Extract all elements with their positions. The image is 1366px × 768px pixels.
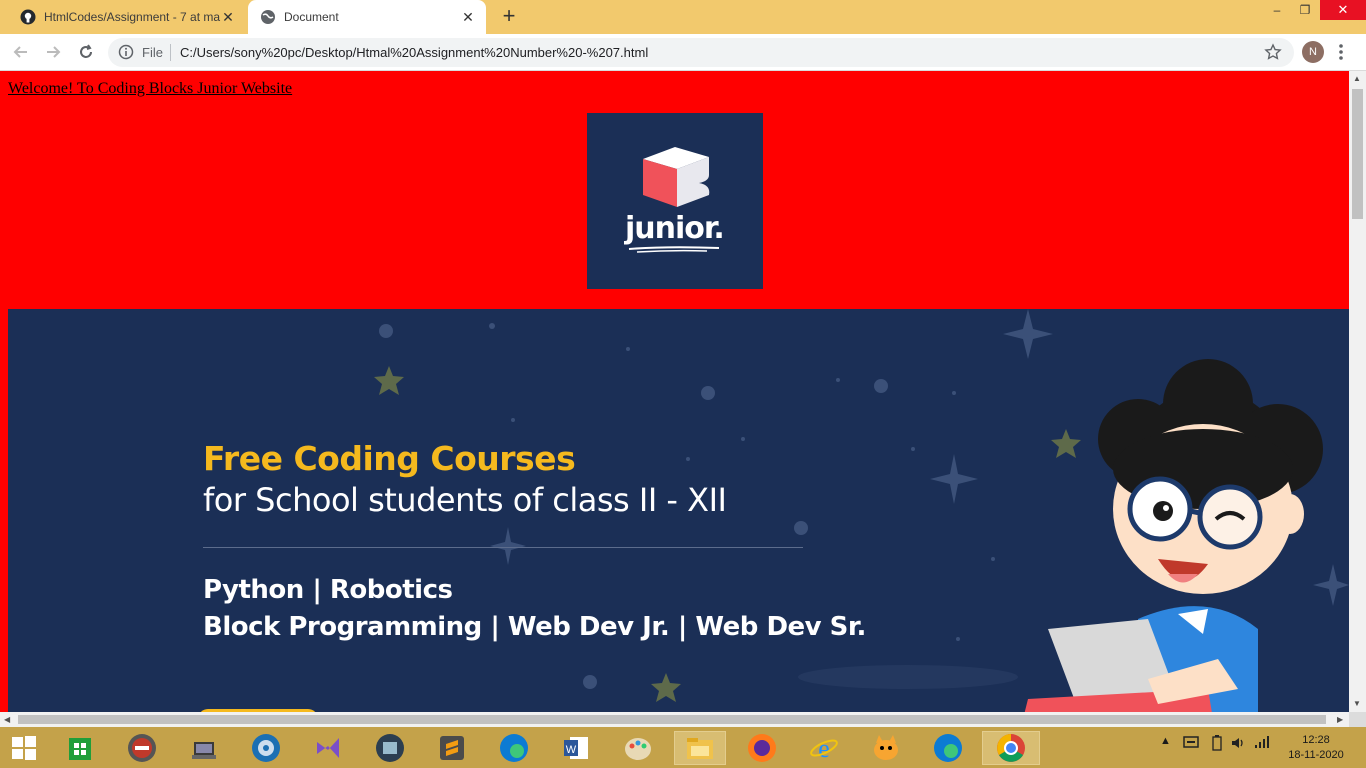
store-icon[interactable] (60, 731, 100, 765)
edge-icon[interactable] (928, 731, 968, 765)
coding-blocks-junior-logo: junior. (587, 113, 763, 289)
system-clock[interactable]: 12:28 18-11-2020 (1286, 733, 1346, 763)
tab-github[interactable]: HtmlCodes/Assignment - 7 at ma ✕ (8, 0, 246, 34)
forward-arrow-icon (47, 46, 61, 58)
start-icon[interactable] (4, 731, 44, 765)
forward-button[interactable] (41, 40, 65, 64)
logo-underline (628, 246, 720, 253)
welcome-link[interactable]: Welcome! To Coding Blocks Junior Website (8, 80, 292, 98)
windows-taskbar: W e ▲ 12:28 18-11-2020 (0, 727, 1366, 768)
reload-button[interactable] (74, 40, 98, 64)
paint-icon[interactable] (618, 731, 658, 765)
clock-time: 12:28 (1302, 734, 1330, 746)
scheme-label: File (142, 45, 163, 60)
horizontal-scrollbar[interactable]: ◀ ▶ (0, 712, 1349, 727)
back-button[interactable] (9, 40, 33, 64)
minimize-button[interactable]: – (1262, 0, 1292, 20)
horizontal-scroll-thumb[interactable] (18, 715, 1326, 724)
back-arrow-icon (13, 46, 27, 58)
ie-icon[interactable]: e (804, 731, 844, 765)
scroll-left-icon[interactable]: ◀ (4, 715, 10, 724)
info-icon[interactable] (118, 44, 134, 65)
volume-icon[interactable] (1230, 735, 1246, 754)
reload-icon (80, 44, 92, 58)
word-icon[interactable]: W (556, 731, 596, 765)
keyboard-icon[interactable] (1183, 735, 1199, 752)
cube-logo-icon (643, 147, 710, 207)
clock-date: 18-11-2020 (1288, 749, 1344, 761)
audio-app-icon[interactable] (122, 731, 162, 765)
scroll-down-icon[interactable]: ▼ (1353, 699, 1361, 708)
globe-icon (260, 9, 276, 25)
media-icon[interactable] (246, 731, 286, 765)
url-text[interactable]: C:/Users/sony%20pc/Desktop/Htmal%20Assig… (180, 45, 648, 60)
restore-button[interactable]: ❐ (1290, 0, 1320, 20)
svg-text:W: W (566, 744, 577, 756)
tab-document[interactable]: Document ✕ (248, 0, 486, 34)
close-tab-icon[interactable]: ✕ (460, 9, 476, 25)
show-hidden-icons[interactable]: ▲ (1160, 735, 1171, 747)
scroll-up-icon[interactable]: ▲ (1353, 74, 1361, 83)
scratch-icon[interactable] (866, 731, 906, 765)
omnibox-divider (170, 44, 171, 61)
svg-text:e: e (818, 734, 830, 763)
page-viewport: Welcome! To Coding Blocks Junior Website… (0, 71, 1349, 712)
network-app-icon[interactable] (184, 731, 224, 765)
file-explorer-icon[interactable] (674, 731, 726, 765)
vertical-scroll-thumb[interactable] (1352, 89, 1363, 219)
scroll-right-icon[interactable]: ▶ (1337, 715, 1343, 724)
banner-courses-line1: Python | Robotics (203, 575, 453, 605)
menu-dots-icon[interactable] (1338, 42, 1344, 62)
battery-icon[interactable] (1212, 735, 1222, 754)
kid-with-laptop-illustration (1024, 359, 1323, 712)
profile-avatar[interactable]: N (1302, 41, 1324, 63)
close-tab-icon[interactable]: ✕ (220, 9, 236, 25)
new-tab-button[interactable]: + (498, 5, 520, 28)
courses-banner: Free Coding Courses for School students … (8, 309, 1349, 712)
vertical-scrollbar[interactable]: ▲ ▼ (1349, 71, 1366, 712)
window-close-button[interactable]: ✕ (1320, 0, 1366, 20)
logo-text: junior. (625, 211, 725, 246)
address-bar[interactable]: File C:/Users/sony%20pc/Desktop/Htmal%20… (108, 38, 1294, 67)
banner-subheadline: for School students of class II - XII (203, 481, 727, 519)
github-icon (20, 9, 36, 25)
banner-courses-line2: Block Programming | Web Dev Jr. | Web De… (203, 612, 866, 642)
scrollbar-corner (1349, 712, 1366, 727)
page-body: Welcome! To Coding Blocks Junior Website… (0, 71, 1349, 712)
browser-toolbar: File C:/Users/sony%20pc/Desktop/Htmal%20… (0, 34, 1366, 71)
firefox-icon[interactable] (742, 731, 782, 765)
tab-title: Document (284, 10, 339, 24)
chrome-icon[interactable] (982, 731, 1040, 765)
visual-studio-icon[interactable] (308, 731, 348, 765)
edge-icon[interactable] (494, 731, 534, 765)
bookmark-star-icon[interactable] (1264, 43, 1282, 66)
tab-strip: HtmlCodes/Assignment - 7 at ma ✕ Documen… (0, 0, 1366, 34)
tab-title: HtmlCodes/Assignment - 7 at ma (44, 10, 221, 24)
film-icon[interactable] (370, 731, 410, 765)
banner-headline: Free Coding Courses (203, 439, 576, 478)
banner-divider (203, 547, 803, 548)
network-signal-icon[interactable] (1254, 735, 1270, 752)
sublime-icon[interactable] (432, 731, 472, 765)
